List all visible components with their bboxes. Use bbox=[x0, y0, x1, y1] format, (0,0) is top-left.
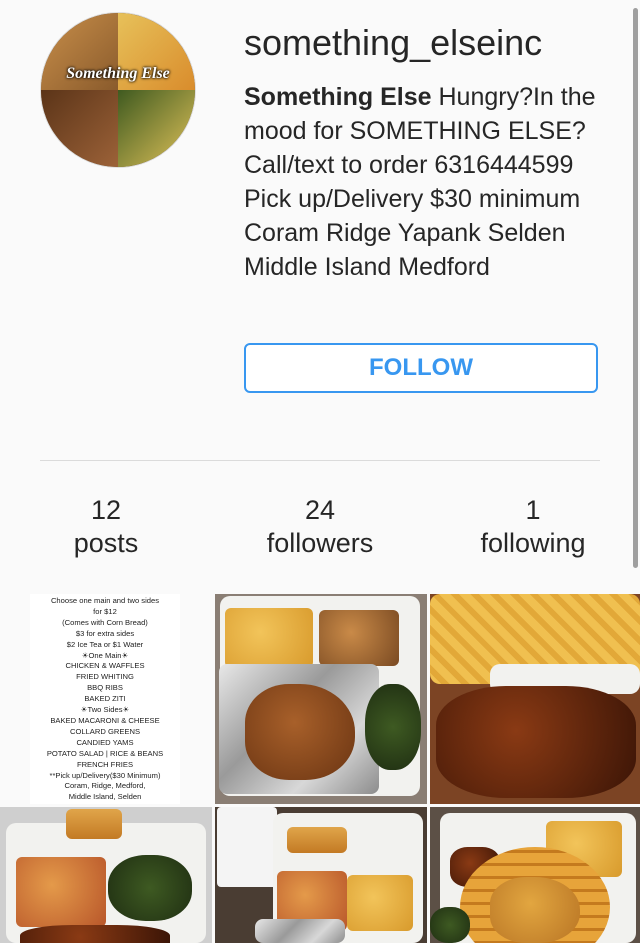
stat-posts-count: 12 bbox=[90, 495, 122, 525]
bbq-ribs bbox=[20, 925, 170, 943]
menu-line: **Pick up/Delivery($30 Minimum) bbox=[49, 770, 161, 780]
fried-chicken bbox=[245, 684, 355, 780]
menu-line: BAKED ZITI bbox=[84, 694, 126, 704]
menu-line: CHICKEN & WAFFLES bbox=[65, 661, 145, 671]
username: something_elseinc bbox=[244, 22, 543, 63]
collard-greens bbox=[108, 855, 192, 921]
baked-ziti bbox=[16, 857, 106, 927]
fried-chicken bbox=[490, 877, 580, 943]
menu-line: $2 Ice Tea or $1 Water bbox=[66, 639, 144, 649]
menu-line: BBQ RIBS bbox=[87, 683, 123, 693]
stat-followers-label: followers bbox=[266, 528, 374, 558]
profile-stats: 12 posts 24 followers 1 following bbox=[0, 494, 640, 564]
post-thumbnail-fried-chicken-plate[interactable] bbox=[215, 594, 427, 804]
post-grid: Choose one main and two sides for $12 (Com… bbox=[0, 594, 640, 943]
macaroni bbox=[225, 608, 313, 668]
post-thumbnail-chicken-waffles[interactable] bbox=[430, 807, 640, 943]
avatar[interactable]: Something Else bbox=[40, 12, 196, 168]
avatar-food-quadrant bbox=[41, 90, 118, 167]
menu-line: FRENCH FRIES bbox=[76, 759, 134, 769]
stat-following-label: following bbox=[480, 528, 586, 558]
menu-line: $3 for extra sides bbox=[75, 628, 135, 638]
menu-text: Choose one main and two sides for $12 (Com… bbox=[30, 594, 180, 804]
bio-name: Something Else bbox=[244, 83, 432, 111]
menu-line: BAKED MACARONI & CHEESE bbox=[50, 715, 160, 725]
foil-wrap bbox=[255, 919, 345, 943]
stat-following[interactable]: 1 following bbox=[433, 494, 633, 560]
drink-cup bbox=[217, 807, 277, 887]
stat-followers-count: 24 bbox=[304, 495, 336, 525]
bio-text: Hungry?In the mood for SOMETHING ELSE?Ca… bbox=[244, 83, 596, 281]
post-thumbnail-ziti-mac-plate[interactable] bbox=[215, 807, 427, 943]
post-thumbnail-bbq-fries[interactable] bbox=[430, 594, 640, 804]
menu-line: ☀Two Sides☀ bbox=[80, 705, 130, 715]
menu-line: CANDIED YAMS bbox=[76, 737, 134, 747]
profile-header: Something Else something_elseinc Somethi… bbox=[0, 0, 640, 460]
menu-line: Middle Island, Selden bbox=[68, 792, 142, 802]
collard-greens bbox=[430, 907, 470, 943]
menu-line: Choose one main and two sides bbox=[50, 596, 160, 605]
avatar-logo-text: Something Else bbox=[66, 65, 170, 82]
follow-button[interactable]: FOLLOW bbox=[244, 343, 598, 393]
stat-followers[interactable]: 24 followers bbox=[220, 494, 420, 560]
macaroni bbox=[347, 875, 413, 931]
divider bbox=[40, 460, 600, 461]
menu-line: ☀One Main☀ bbox=[81, 650, 129, 660]
collard-greens bbox=[365, 684, 421, 770]
menu-line: COLLARD GREENS bbox=[69, 726, 141, 736]
post-thumbnail-menu[interactable]: Choose one main and two sides for $12 (Com… bbox=[0, 594, 212, 804]
avatar-food-quadrant bbox=[118, 90, 195, 167]
menu-line: (Comes with Corn Bread) bbox=[62, 617, 148, 627]
baked-dish bbox=[319, 610, 399, 666]
menu-line: Coram, Ridge, Medford, bbox=[64, 781, 146, 791]
stat-posts[interactable]: 12 posts bbox=[6, 494, 206, 560]
corn-bread bbox=[66, 809, 122, 839]
post-thumbnail-ziti-plate[interactable] bbox=[0, 807, 212, 943]
corn-bread bbox=[287, 827, 347, 853]
menu-line: for $12 bbox=[93, 606, 117, 616]
menu-line: FRIED WHITING bbox=[76, 672, 134, 682]
menu-line: POTATO SALAD | RICE & BEANS bbox=[46, 748, 164, 758]
bbq-chicken bbox=[436, 686, 636, 798]
stat-posts-label: posts bbox=[73, 528, 139, 558]
stat-following-count: 1 bbox=[525, 495, 541, 525]
bio: Something Else Hungry?In the mood for SO… bbox=[244, 80, 614, 284]
